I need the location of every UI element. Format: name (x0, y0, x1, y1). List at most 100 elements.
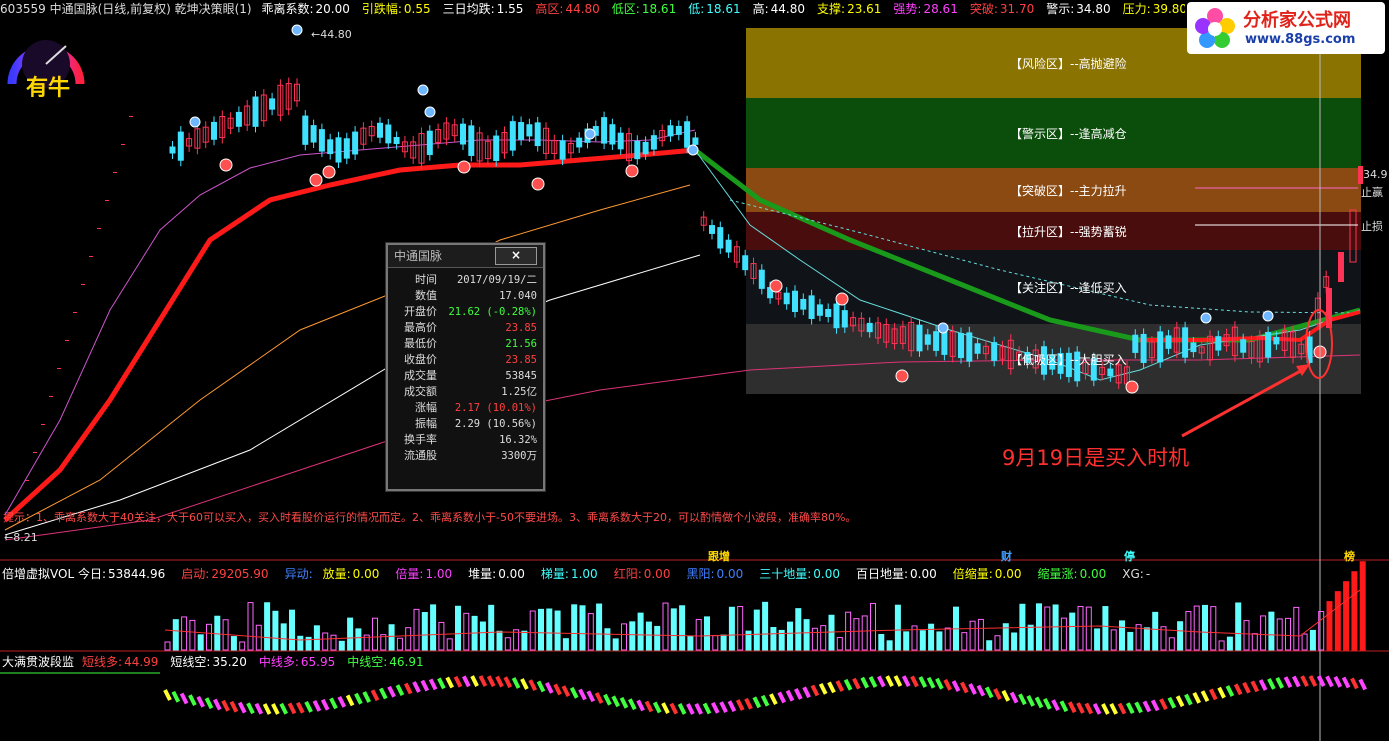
osc-bar (246, 702, 255, 715)
volume-bar (903, 631, 910, 651)
osc-bar (860, 676, 869, 689)
candle-body (1165, 335, 1172, 349)
header-value: 44.80 (770, 2, 806, 16)
buy-annotation: 9月19日是买入时机 (1002, 446, 1190, 470)
osc-bar (1034, 696, 1044, 709)
event-marker[interactable]: 停 (1124, 548, 1135, 564)
osc-bar (1184, 693, 1193, 706)
osc-bar (520, 678, 529, 690)
header-key: 支撑: (817, 2, 846, 16)
event-marker[interactable]: 榜 (1344, 548, 1355, 564)
signal-ball (835, 292, 849, 306)
osc-value: 46.91 (389, 655, 424, 669)
volume-bar (1027, 624, 1034, 651)
osc-bar (1308, 675, 1318, 687)
popup-value: 17.040 (499, 290, 537, 302)
event-marker[interactable]: 跟增 (708, 548, 730, 564)
osc-bar (1067, 701, 1077, 714)
candle-body (866, 322, 873, 333)
osc-item: 中线多: 65.95 (259, 655, 341, 669)
current-price-label: 34.9 (1363, 168, 1388, 181)
volume-bar (1293, 606, 1300, 651)
header-item: 高: 44.80 (753, 2, 811, 16)
osc-bar (810, 684, 820, 697)
volume-bar (521, 630, 528, 651)
osc-bar (1159, 698, 1168, 710)
volume-bar (961, 632, 968, 651)
osc-bar (794, 688, 803, 700)
volume-key: XG: (1122, 567, 1144, 581)
candle-body (642, 141, 649, 155)
header-item: 支撑: 23.61 (817, 2, 887, 16)
volume-bar (347, 617, 354, 651)
volume-bar (762, 601, 769, 651)
volume-bar (181, 616, 188, 651)
candle-body (460, 123, 466, 145)
zone-label: 【警示区】--逢高减仓 (1010, 127, 1127, 141)
osc-bar (578, 688, 587, 701)
osc-bar (196, 695, 205, 708)
osc-bar (445, 676, 454, 689)
data-popup[interactable]: 中通国脉 × 时间 2017/09/19/二 数值 17.040 开盘价 21.62 (-… (386, 243, 545, 491)
volume-bar (728, 606, 735, 651)
stock-title: 603559 中通国脉(日线,前复权) 乾坤决策眼(1) (0, 2, 252, 16)
candle-body (576, 137, 583, 148)
volume-item: 百日地量: 0.00 (856, 567, 945, 581)
volume-bar (264, 602, 271, 651)
osc-key: 中线多: (258, 655, 299, 669)
volume-bar (828, 614, 835, 651)
volume-bar (1343, 581, 1350, 651)
osc-bar (1200, 690, 1210, 703)
dot-marker (65, 340, 69, 341)
candle-body (1273, 336, 1280, 345)
osc-bar (453, 675, 463, 688)
candle-body (318, 129, 325, 152)
osc-bar (337, 696, 347, 708)
osc-bar (1084, 702, 1094, 715)
volume-item: 堆量: 0.00 (468, 567, 533, 581)
volume-bar (504, 637, 511, 651)
event-marker[interactable]: 财 (1001, 548, 1012, 564)
osc-item: 大满贯波段监 (2, 655, 76, 669)
wave-indicator-header: 大满贯波段监 短线多: 44.99 短线空: 35.20 中线多: 65.95 中线空: 46.… (2, 653, 436, 670)
osc-bar (320, 698, 330, 711)
volume-bar (587, 613, 594, 651)
osc-item: 短线多: 44.99 (82, 655, 164, 669)
osc-bar (694, 702, 703, 715)
volume-bar (396, 637, 403, 651)
volume-item: 启动: 29205.90 (181, 567, 276, 581)
header-key: 乖离系数: (261, 2, 314, 16)
dot-marker (73, 312, 77, 313)
osc-bar (777, 691, 786, 704)
signal-ball (322, 165, 336, 179)
dot-marker (97, 228, 101, 229)
volume-bar (654, 625, 661, 651)
osc-bar (420, 679, 430, 692)
osc-bar (835, 680, 845, 692)
osc-bar (744, 697, 753, 710)
volume-bar (612, 638, 619, 651)
candle-body (709, 225, 715, 234)
volume-bar (1168, 637, 1175, 651)
close-button[interactable]: × (495, 247, 537, 265)
volume-bar (994, 635, 1001, 651)
osc-bar (976, 684, 986, 697)
osc-bar (387, 685, 396, 698)
osc-bar (1051, 699, 1060, 712)
volume-item: 异动: (285, 567, 315, 581)
osc-bar (1283, 676, 1293, 689)
volume-key: 放量: (322, 567, 351, 581)
candle-body (343, 138, 350, 159)
volume-bar (1309, 629, 1316, 651)
volume-bar (861, 615, 868, 651)
signal-ball (291, 24, 303, 36)
popup-value: 53845 (505, 370, 537, 382)
osc-bar (470, 675, 479, 687)
candle-body (235, 111, 242, 127)
volume-bar (803, 619, 810, 651)
indicator-header: 603559 中通国脉(日线,前复权) 乾坤决策眼(1) 乖离系数: 20.00 引… (0, 0, 1185, 18)
volume-item: 倍缩量: 0.00 (953, 567, 1030, 581)
signal-ball (424, 106, 436, 118)
volume-bar (554, 610, 561, 651)
osc-bar (827, 681, 836, 694)
